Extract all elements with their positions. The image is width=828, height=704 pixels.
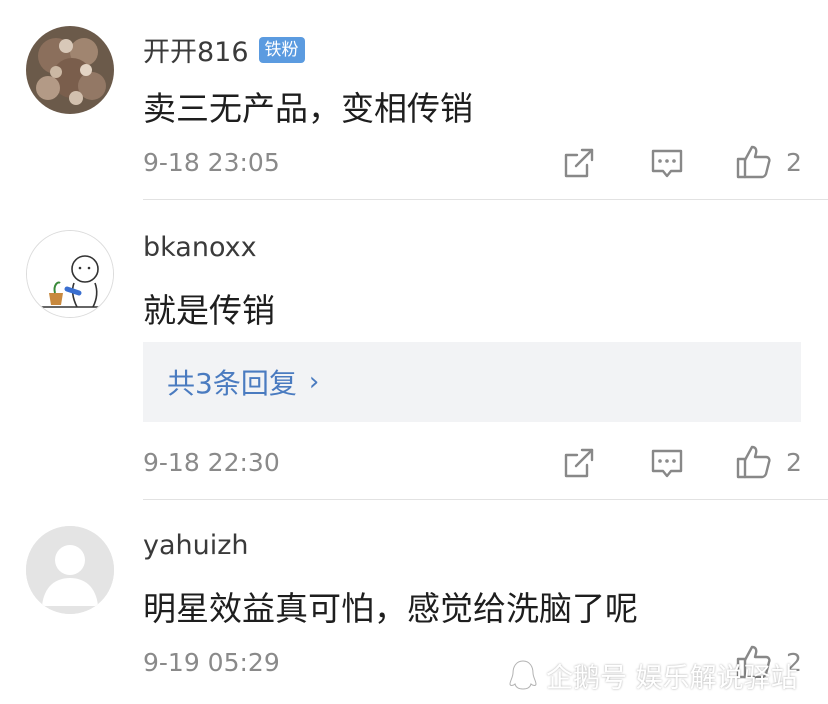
- comment-icon[interactable]: [649, 145, 685, 181]
- penguin-icon: [509, 660, 537, 690]
- like-count: 2: [786, 448, 802, 477]
- comment-item: 开开816 铁粉 卖三无产品，变相传销 9-18 23:05 2: [0, 0, 828, 200]
- username-text[interactable]: yahuizh: [143, 530, 249, 561]
- comment-time: 9-18 22:30: [143, 448, 280, 477]
- comment-text: 就是传销: [143, 291, 275, 330]
- fan-badge: 铁粉: [258, 36, 305, 63]
- share-icon[interactable]: [561, 145, 597, 181]
- comment-item: bkanoxx 就是传销 共3条回复 › 9-18 22:30 2: [0, 200, 828, 500]
- avatar[interactable]: [26, 230, 114, 318]
- comment-time: 9-18 23:05: [143, 148, 280, 177]
- like-count: 2: [786, 148, 802, 177]
- username-text[interactable]: 开开816: [143, 30, 249, 69]
- watermark-text: 企鹅号 娱乐解说驿站: [546, 662, 798, 694]
- comment-text: 明星效益真可怕，感觉给洗脑了呢: [143, 589, 638, 628]
- comment-text: 卖三无产品，变相传销: [143, 89, 473, 128]
- avatar[interactable]: [26, 526, 114, 614]
- username[interactable]: yahuizh: [143, 530, 249, 561]
- reply-count-label[interactable]: 共3条回复: [167, 362, 297, 402]
- share-icon[interactable]: [561, 445, 597, 481]
- watermark: 企鹅号 娱乐解说驿站: [506, 652, 828, 698]
- avatar[interactable]: [26, 26, 114, 114]
- username[interactable]: 开开816 铁粉: [143, 30, 305, 69]
- thumbs-up-icon[interactable]: [735, 443, 771, 479]
- username-text[interactable]: bkanoxx: [143, 232, 257, 263]
- thumbs-up-icon[interactable]: [735, 143, 771, 179]
- comment-icon[interactable]: [649, 445, 685, 481]
- comment-time: 9-19 05:29: [143, 648, 280, 677]
- view-replies-button[interactable]: 共3条回复 ›: [143, 342, 801, 422]
- username[interactable]: bkanoxx: [143, 232, 257, 263]
- chevron-right-icon: ›: [308, 367, 320, 397]
